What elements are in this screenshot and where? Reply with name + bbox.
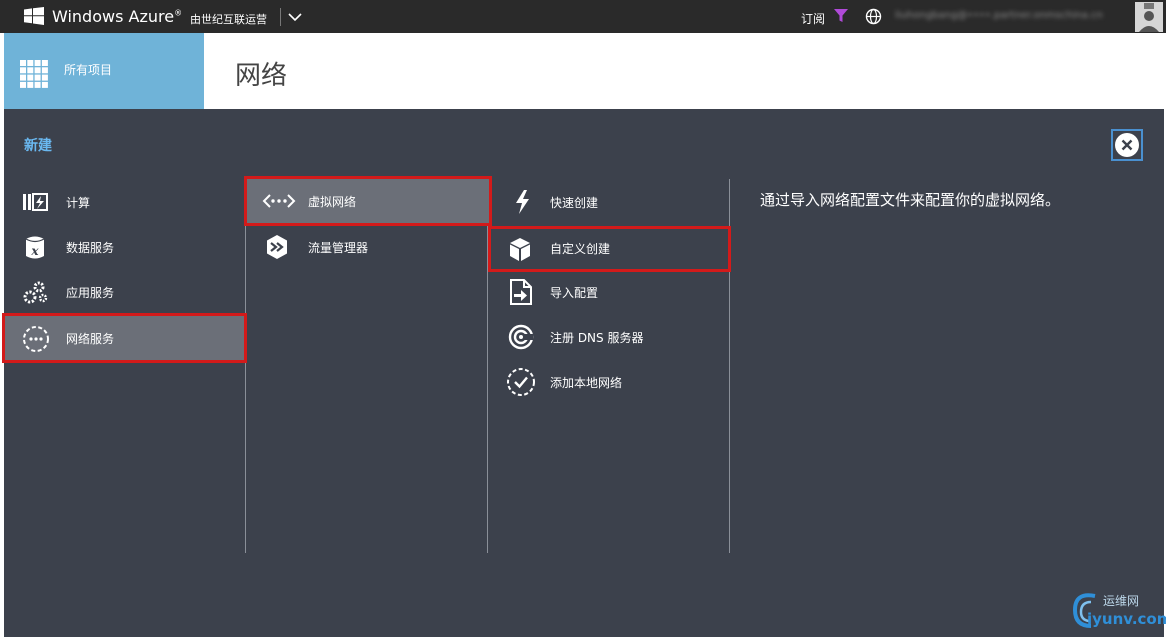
action-label: 添加本地网络 bbox=[550, 376, 623, 390]
lightning-icon bbox=[516, 190, 529, 214]
close-button[interactable] bbox=[1111, 129, 1143, 161]
service-label: 流量管理器 bbox=[308, 241, 369, 255]
filter-icon[interactable] bbox=[834, 9, 848, 23]
action-custom-create[interactable]: 自定义创建 bbox=[488, 226, 731, 272]
brand-name[interactable]: Windows Azure® bbox=[52, 7, 182, 26]
traffic-manager-icon bbox=[267, 235, 287, 259]
operator-label: 由世纪互联运营 bbox=[190, 13, 267, 26]
all-items-label: 所有项目 bbox=[64, 63, 113, 77]
import-file-icon bbox=[510, 279, 532, 305]
windows-logo-icon bbox=[24, 7, 44, 25]
close-icon bbox=[1115, 133, 1139, 157]
data-services-icon: x bbox=[25, 236, 45, 259]
category-label: 网络服务 bbox=[66, 332, 115, 346]
chevron-down-icon[interactable] bbox=[287, 9, 303, 25]
app-services-icon bbox=[23, 281, 48, 304]
action-quick-create[interactable]: 快速创建 bbox=[488, 180, 729, 224]
category-label: 数据服务 bbox=[66, 241, 115, 255]
action-label: 导入配置 bbox=[550, 286, 599, 300]
page-title: 网络 bbox=[235, 61, 288, 91]
watermark-text-bottom: iyunv.com bbox=[1087, 610, 1166, 628]
action-import-config[interactable]: 导入配置 bbox=[488, 270, 729, 314]
drawer-title: 新建 bbox=[24, 138, 52, 154]
action-add-local-network[interactable]: 添加本地网络 bbox=[488, 360, 729, 404]
watermark-text-top: 运维网 bbox=[1103, 594, 1140, 608]
account-email[interactable]: liuhongbang@••••.partner.onmschina.cn bbox=[895, 10, 1125, 22]
category-network-services[interactable]: 网络服务 bbox=[2, 313, 247, 363]
globe-icon[interactable] bbox=[865, 8, 882, 25]
network-services-icon bbox=[23, 326, 49, 352]
service-traffic-manager[interactable]: 流量管理器 bbox=[246, 225, 487, 269]
category-label: 计算 bbox=[66, 196, 91, 210]
category-label: 应用服务 bbox=[66, 286, 115, 300]
top-separator bbox=[280, 8, 281, 26]
box-icon bbox=[510, 238, 530, 261]
subscription-link[interactable]: 订阅 bbox=[801, 10, 825, 27]
action-label: 快速创建 bbox=[550, 196, 599, 210]
service-virtual-network[interactable]: 虚拟网络 bbox=[244, 176, 492, 226]
category-compute[interactable]: 计算 bbox=[4, 180, 244, 224]
local-network-icon bbox=[507, 368, 535, 396]
virtual-network-icon bbox=[262, 194, 296, 208]
top-bar: Windows Azure® 由世纪互联运营 订阅 liuhongbang@••… bbox=[0, 0, 1166, 33]
action-register-dns[interactable]: 注册 DNS 服务器 bbox=[488, 315, 729, 359]
watermark: 运维网 iyunv.com bbox=[1065, 586, 1166, 632]
action-label: 自定义创建 bbox=[550, 242, 611, 256]
category-data-services[interactable]: x 数据服务 bbox=[4, 225, 244, 269]
new-item-drawer: 新建 计算 x 数据服务 应用服务 网络服务 虚拟网络 流量管理器 快速创建 自… bbox=[2, 109, 1164, 637]
service-label: 虚拟网络 bbox=[308, 195, 357, 209]
dns-icon bbox=[508, 324, 534, 350]
action-label: 注册 DNS 服务器 bbox=[550, 331, 644, 345]
avatar[interactable] bbox=[1135, 2, 1163, 32]
compute-icon bbox=[23, 193, 48, 211]
grid-icon bbox=[20, 60, 48, 88]
svg-text:x: x bbox=[30, 244, 39, 258]
description-text: 通过导入网络配置文件来配置你的虚拟网络。 bbox=[760, 191, 1061, 209]
all-items-button[interactable]: 所有项目 bbox=[4, 33, 204, 109]
category-app-services[interactable]: 应用服务 bbox=[4, 270, 244, 314]
